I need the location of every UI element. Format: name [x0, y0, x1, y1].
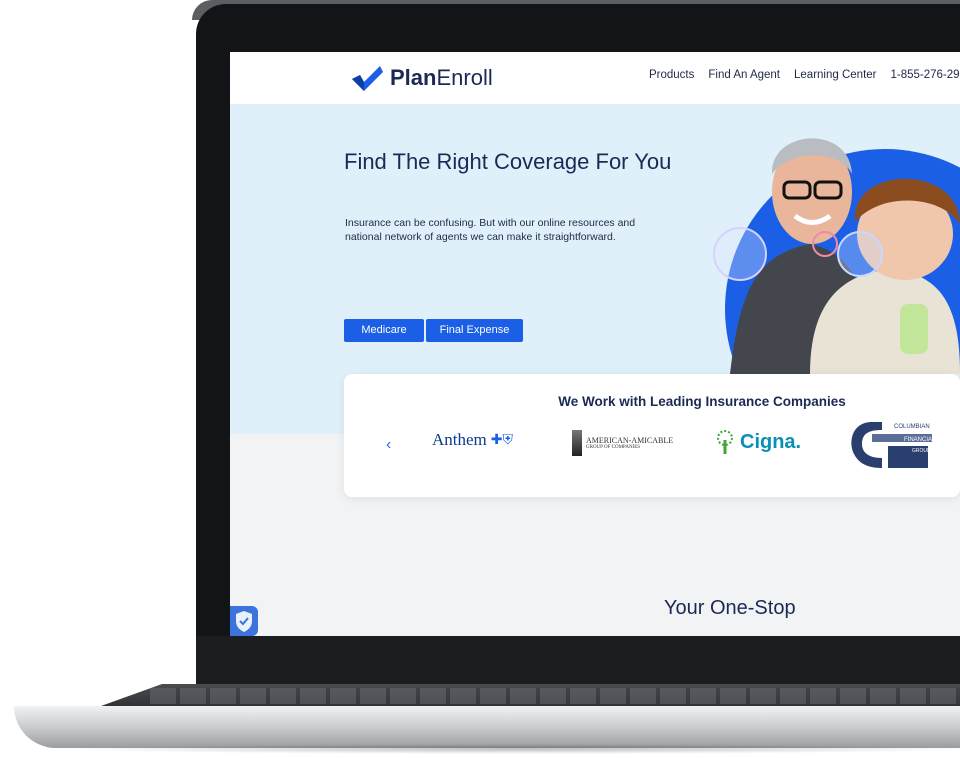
- columbian-financial-logo: COLUMBIAN FINANCIAL GROUP: [848, 420, 940, 472]
- laptop-base: [14, 706, 960, 748]
- american-amicable-logo: AMERICAN-AMICABLE GROUP OF COMPANIES: [572, 430, 673, 456]
- nav-phone[interactable]: 1-855-276-29: [891, 69, 960, 81]
- anthem-logo: Anthem ✚⛨: [432, 430, 513, 450]
- nav-find-agent[interactable]: Find An Agent: [708, 69, 780, 81]
- hero-title: Find The Right Coverage For You: [344, 149, 672, 174]
- cfg-line1: COLUMBIAN: [894, 424, 930, 430]
- laptop-shadow: [60, 744, 960, 754]
- laptop-chin: [196, 636, 960, 684]
- logo-text: PlanEnroll: [390, 65, 493, 90]
- cfg-line2: FINANCIAL: [904, 437, 936, 443]
- laptop-keys: [150, 688, 960, 704]
- anthem-cross-icon: ✚⛨: [490, 432, 514, 448]
- nav-links: Products Find An Agent Learning Center 1…: [649, 69, 960, 81]
- section-title: Your One-Stop: [664, 597, 796, 619]
- cigna-text: Cigna.: [740, 430, 802, 453]
- building-icon: [572, 430, 582, 456]
- cigna-logo: Cigna.: [714, 430, 801, 454]
- hero-text: Insurance can be confusing. But with our…: [345, 217, 636, 243]
- anthem-text: Anthem: [432, 430, 487, 449]
- final-expense-button[interactable]: Final Expense: [426, 319, 523, 342]
- checkmark-icon: [352, 66, 383, 91]
- chevron-left-icon[interactable]: ‹: [386, 436, 391, 454]
- tree-icon: [717, 430, 733, 454]
- nav-learning-center[interactable]: Learning Center: [794, 69, 876, 81]
- planenroll-logo[interactable]: PlanEnroll: [350, 63, 493, 93]
- laptop-screen: PlanEnroll Products Find An Agent Learni…: [230, 52, 960, 636]
- hero-photo: [700, 104, 960, 374]
- cfg-line3: GROUP: [912, 448, 931, 454]
- top-nav: PlanEnroll Products Find An Agent Learni…: [230, 52, 960, 105]
- medicare-button[interactable]: Medicare: [344, 319, 424, 342]
- partners-card: We Work with Leading Insurance Companies…: [344, 374, 960, 497]
- nav-products[interactable]: Products: [649, 69, 694, 81]
- partners-title: We Work with Leading Insurance Companies: [558, 394, 846, 409]
- shield-check-icon[interactable]: [230, 606, 258, 636]
- aa-line1: AMERICAN-AMICABLE: [586, 436, 674, 445]
- aa-line2: GROUP OF COMPANIES: [586, 445, 641, 450]
